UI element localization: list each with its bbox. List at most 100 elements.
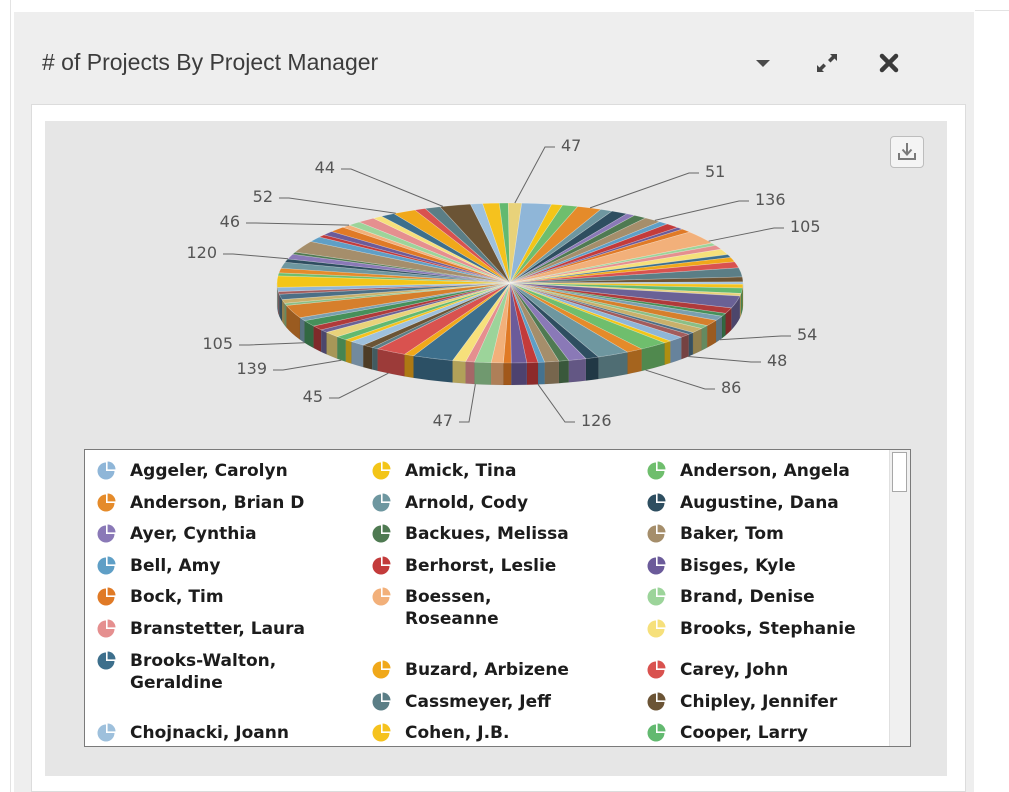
pie-slice-icon [95, 618, 117, 640]
callout-value-label: 48 [767, 351, 787, 370]
page-left-border [10, 0, 11, 792]
legend-item[interactable]: Baker, Tom [645, 523, 901, 545]
legend-label: Augustine, Dana [680, 492, 839, 513]
pie-slice-side[interactable] [664, 340, 671, 366]
legend-label: Bisges, Kyle [680, 555, 796, 576]
legend-item[interactable]: Arnold, Cody [370, 492, 626, 514]
legend-item[interactable]: Aggeler, Carolyn [95, 460, 351, 482]
callout-value-label: 105 [202, 334, 233, 353]
legend-item[interactable]: Chipley, Jennifer [645, 691, 901, 713]
pie-slice-side[interactable] [701, 325, 708, 351]
callout-value-label: 51 [705, 162, 725, 181]
pie-slice-side[interactable] [371, 347, 378, 372]
legend-item[interactable]: Brooks-Walton, Geraldine [95, 650, 351, 694]
legend-label: Boessen, Roseanne [405, 587, 499, 630]
legend-item[interactable]: Bock, Tim [95, 586, 351, 608]
legend-item[interactable]: Berhorst, Leslie [370, 555, 626, 577]
pie-chart[interactable]: 47511361055448861264745139105120465244 [45, 121, 947, 461]
legend-item[interactable]: Augustine, Dana [645, 492, 901, 514]
pie-slice-icon [645, 722, 667, 744]
legend-scrollbar[interactable] [889, 450, 910, 746]
pie-slice-side[interactable] [558, 360, 569, 384]
pie-slice-side[interactable] [526, 362, 539, 386]
pie-slice-side[interactable] [688, 332, 694, 357]
pie-slice-icon [95, 492, 117, 514]
pie-slice-icon [95, 650, 117, 672]
legend-item[interactable]: Boessen, Roseanne [370, 586, 626, 630]
legend-item[interactable]: Brooks, Stephanie [645, 618, 901, 640]
legend-item[interactable]: Branstetter, Laura [95, 618, 351, 640]
expand-arrows-icon[interactable] [814, 50, 840, 76]
pie-slice-icon [645, 691, 667, 713]
callout-value-label: 45 [303, 387, 323, 406]
callout-value-label: 54 [797, 325, 817, 344]
pie-slice-side[interactable] [568, 358, 587, 383]
pie-slice-side[interactable] [681, 333, 689, 360]
pie-slice-side[interactable] [404, 354, 414, 379]
callout-value-label: 44 [315, 158, 335, 177]
pie-slice-side[interactable] [715, 315, 723, 343]
pie-slice-side[interactable] [510, 362, 528, 386]
legend-label: Brand, Denise [680, 587, 815, 608]
legend-item[interactable]: Ayer, Cynthia [95, 523, 351, 545]
pie-slice-side[interactable] [721, 312, 726, 339]
pie-slice-side[interactable] [474, 361, 492, 385]
pie-slice-side[interactable] [692, 328, 702, 355]
pie-slice-side[interactable] [363, 344, 373, 370]
callout-value-label: 46 [220, 212, 240, 231]
legend-label: Baker, Tom [680, 524, 784, 545]
pie-slice-icon [95, 555, 117, 577]
legend-item[interactable]: Chojnacki, Joann [95, 722, 351, 744]
pie-slice-side[interactable] [284, 302, 287, 329]
pie-slice-icon [645, 523, 667, 545]
pie-slice-side[interactable] [313, 325, 322, 353]
legend-item[interactable]: Bisges, Kyle [645, 555, 901, 577]
close-x-icon[interactable] [876, 50, 902, 76]
export-button[interactable] [890, 136, 924, 168]
legend-label: Aggeler, Carolyn [130, 461, 288, 481]
pie-slice-side[interactable] [452, 360, 466, 384]
pie-slice-side[interactable] [351, 341, 364, 368]
pie-slice-side[interactable] [544, 360, 560, 385]
pie-slice-icon [95, 523, 117, 545]
legend-label: Anderson, Angela [680, 461, 850, 481]
pie-slice-icon [645, 460, 667, 482]
pie-slice-side[interactable] [627, 348, 642, 375]
legend-item[interactable]: Cassmeyer, Jeff [370, 691, 626, 713]
pie-slice-side[interactable] [490, 362, 504, 386]
legend-item[interactable]: Cooper, Larry [645, 722, 901, 744]
legend-item[interactable]: Bell, Amy [95, 555, 351, 577]
pie-slice-side[interactable] [503, 362, 512, 386]
legend-label: Brooks, Stephanie [680, 619, 856, 639]
pie-slice-side[interactable] [299, 317, 305, 344]
pie-slice-side[interactable] [585, 356, 599, 381]
legend-item[interactable]: Amick, Tina [370, 460, 626, 482]
pie-slice-side[interactable] [537, 361, 545, 385]
pie-slice-side[interactable] [320, 329, 327, 355]
legend-item[interactable]: Cohen, J.B. [370, 722, 626, 744]
legend-item[interactable]: Carey, John [645, 659, 901, 681]
legend-item[interactable]: Anderson, Angela [645, 460, 901, 482]
legend-label: Chojnacki, Joann [130, 723, 289, 744]
pie-slice-side[interactable] [337, 336, 347, 363]
legend-label: Backues, Melissa [405, 524, 569, 545]
pie-slice-side[interactable] [281, 298, 285, 326]
callout-leader-line [459, 384, 476, 423]
dropdown-caret-icon[interactable] [750, 50, 776, 76]
legend-item[interactable]: Anderson, Brian D [95, 492, 351, 514]
pie-slice-icon [95, 586, 117, 608]
legend-label: Chipley, Jennifer [680, 691, 838, 712]
pie-slice-side[interactable] [670, 336, 682, 364]
callout-value-label: 105 [790, 217, 821, 236]
callout-leader-line [514, 146, 555, 204]
legend-scroll-thumb[interactable] [892, 452, 907, 492]
pie-slice-icon [370, 523, 392, 545]
legend-item[interactable]: Backues, Melissa [370, 523, 626, 545]
pie-slice-side[interactable] [345, 339, 352, 364]
legend-item[interactable]: Brand, Denise [645, 586, 901, 608]
legend-item[interactable]: Buzard, Arbizene [370, 659, 626, 681]
callout-leader-line [239, 342, 305, 346]
callout-value-label: 47 [561, 136, 581, 155]
callout-value-label: 52 [253, 187, 273, 206]
pie-slice-side[interactable] [465, 361, 475, 385]
